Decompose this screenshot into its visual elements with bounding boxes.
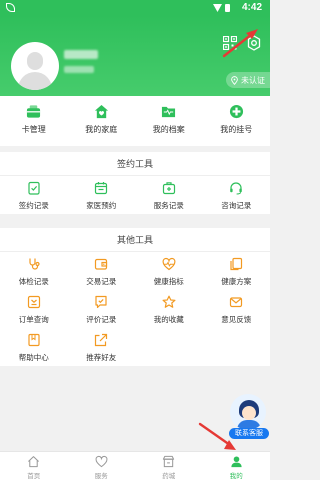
user-icon (231, 456, 242, 468)
bottom-tab-bar: 首页 服务 药城 我的 (0, 451, 270, 480)
tab-label: 服务 (94, 473, 108, 480)
wallet-icon (95, 258, 108, 270)
quick-my-family[interactable]: 我的家庭 (68, 96, 136, 146)
sign-tools-section: 签约工具 签约记录 家医预约 服务记录 咨询记录 (0, 152, 270, 214)
tool-label: 推荐好友 (86, 353, 117, 362)
tool-label: 家医预约 (86, 201, 117, 210)
sign-tools-title: 签约工具 (0, 152, 270, 176)
folder-icon (162, 106, 176, 118)
tool-feedback[interactable]: 意见反馈 (203, 290, 271, 328)
tool-sign-records[interactable]: 签约记录 (0, 176, 68, 214)
location-pin-icon (231, 75, 238, 85)
other-tools-section: 其他工具 体检记录 交易记录 健康指标 健康方案 订单查询 评价记录 我的收藏 … (0, 228, 270, 366)
tab-label: 药城 (162, 473, 176, 480)
quick-card-manage[interactable]: 卡管理 (0, 96, 68, 146)
book-icon (28, 333, 40, 347)
quick-my-registration[interactable]: 我的挂号 (203, 96, 271, 146)
status-time: 4:42 (241, 2, 262, 13)
store-icon (163, 455, 175, 468)
headset-icon (230, 182, 243, 195)
star-icon (162, 295, 176, 308)
tab-label: 首页 (27, 473, 41, 480)
tab-home[interactable]: 首页 (0, 452, 68, 480)
quick-my-records[interactable]: 我的档案 (135, 96, 203, 146)
heart-pulse-icon (162, 257, 176, 271)
document-copy-icon (230, 257, 243, 271)
contact-service-button[interactable]: 联系客服 (229, 394, 269, 444)
order-icon (27, 295, 40, 309)
quick-label: 我的挂号 (220, 125, 253, 134)
mail-icon (230, 297, 243, 308)
verify-status-button[interactable]: 未认证 (226, 72, 270, 88)
tool-review-records[interactable]: 评价记录 (68, 290, 136, 328)
status-bar: 4:42 (0, 0, 270, 16)
stethoscope-icon (29, 258, 40, 270)
home-icon (28, 456, 40, 468)
tool-label: 评价记录 (86, 315, 117, 324)
tool-label: 意见反馈 (221, 315, 252, 324)
heart-icon (95, 455, 108, 468)
card-wallet-icon (27, 105, 41, 118)
tool-label: 体检记录 (18, 277, 49, 286)
tab-service[interactable]: 服务 (68, 452, 136, 480)
tool-health-indicators[interactable]: 健康指标 (135, 252, 203, 290)
medical-kit-icon (162, 182, 175, 195)
quick-label: 我的档案 (152, 125, 185, 134)
tab-pharmacy[interactable]: 药城 (135, 452, 203, 480)
leaf-icon (6, 3, 15, 12)
contract-check-icon (28, 181, 40, 195)
tool-label: 订单查询 (18, 315, 49, 324)
tool-label: 健康方案 (221, 277, 252, 286)
tool-help-center[interactable]: 帮助中心 (0, 328, 68, 366)
quick-actions: 卡管理 我的家庭 我的档案 我的挂号 (0, 96, 270, 146)
medical-cross-icon (229, 104, 243, 119)
tool-my-favorites[interactable]: 我的收藏 (135, 290, 203, 328)
share-icon (95, 333, 108, 347)
tool-consult-records[interactable]: 咨询记录 (203, 176, 271, 214)
tab-label: 我的 (229, 473, 243, 480)
tool-label: 交易记录 (86, 277, 117, 286)
qr-code-icon[interactable] (223, 36, 237, 50)
battery-icon (225, 4, 230, 12)
review-icon (95, 295, 107, 309)
tool-service-records[interactable]: 服务记录 (135, 176, 203, 214)
tab-mine[interactable]: 我的 (203, 452, 271, 480)
profile-header: 未认证 (0, 16, 270, 96)
quick-label: 卡管理 (21, 125, 46, 134)
tool-doctor-appointment[interactable]: 家医预约 (68, 176, 136, 214)
tool-transaction-records[interactable]: 交易记录 (68, 252, 136, 290)
tool-label: 我的收藏 (153, 315, 184, 324)
tool-label: 帮助中心 (18, 353, 49, 362)
tool-label: 签约记录 (18, 201, 49, 210)
tool-order-query[interactable]: 订单查询 (0, 290, 68, 328)
quick-label: 我的家庭 (85, 125, 118, 134)
calendar-icon (95, 182, 108, 195)
tool-label: 服务记录 (153, 201, 184, 210)
tool-health-plan[interactable]: 健康方案 (203, 252, 271, 290)
customer-service-avatar-icon (230, 394, 266, 430)
tool-label: 健康指标 (153, 277, 184, 286)
other-tools-title: 其他工具 (0, 228, 270, 252)
verify-status-label: 未认证 (241, 75, 265, 85)
tool-label: 咨询记录 (221, 201, 252, 210)
contact-service-label: 联系客服 (229, 428, 269, 439)
home-heart-icon (94, 104, 108, 119)
user-subtitle-redacted (64, 66, 94, 73)
tool-checkup-records[interactable]: 体检记录 (0, 252, 68, 290)
tool-recommend-friends[interactable]: 推荐好友 (68, 328, 136, 366)
user-name-redacted (64, 50, 98, 59)
settings-gear-icon[interactable] (246, 35, 262, 51)
avatar[interactable] (11, 42, 59, 90)
wifi-icon (213, 4, 222, 12)
